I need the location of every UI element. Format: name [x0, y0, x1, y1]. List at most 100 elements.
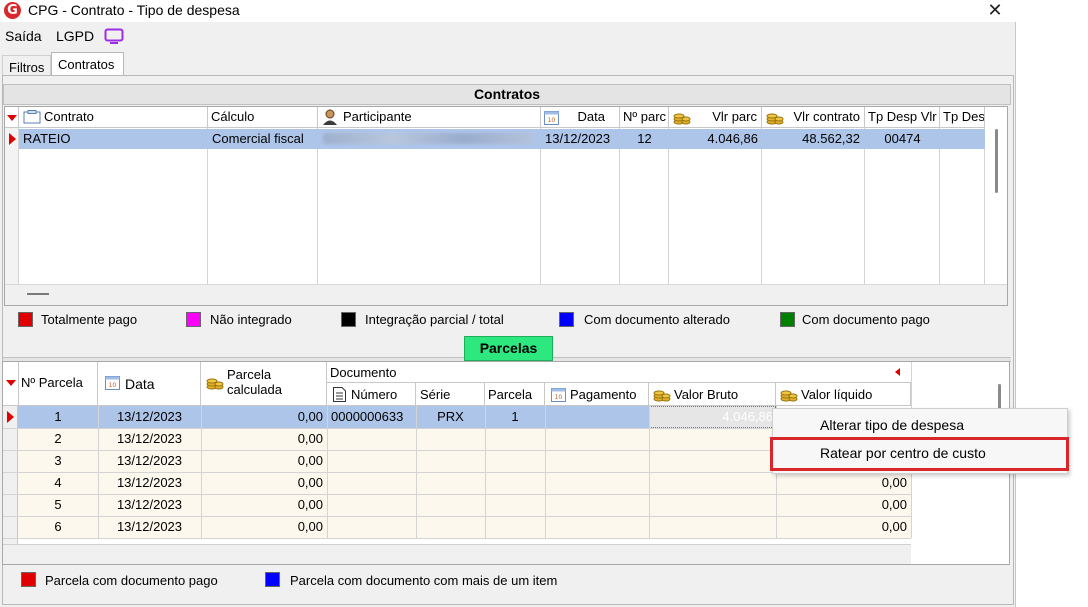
- cell-parcela-calculada: 0,00: [297, 453, 323, 468]
- cell-valor-liquido: 0,00: [881, 497, 907, 512]
- document-icon: [333, 387, 346, 402]
- contract-icon: [23, 110, 41, 124]
- col-label-valor-liquido: Valor líquido: [801, 387, 873, 402]
- cell-contrato: RATEIO: [23, 131, 71, 146]
- tab-strip: Filtros Contratos: [0, 52, 1016, 76]
- coins-icon: [766, 113, 784, 125]
- horizontal-scrollbar[interactable]: [27, 293, 49, 295]
- horizontal-scroll-track[interactable]: [5, 284, 1007, 305]
- col-header-parcela-calculada[interactable]: Parcela calculada: [201, 362, 327, 406]
- cell-calculo: Comercial fiscal: [212, 131, 304, 146]
- legend-label: Totalmente pago: [41, 312, 138, 327]
- col-body-tp-desp-vlr: [865, 128, 940, 284]
- contratos-grid[interactable]: Contrato Cálculo Participante 10 Data Nº…: [4, 106, 1008, 306]
- calendar-icon: 10: [105, 376, 120, 390]
- col-label-tp-des: Tp Des: [943, 109, 985, 124]
- horizontal-scroll-track[interactable]: [3, 544, 911, 564]
- legend-label: Parcela com documento com mais de um ite…: [290, 573, 558, 588]
- legend-label: Não integrado: [210, 312, 292, 327]
- col-body-data: [541, 128, 620, 284]
- cell-numero: 0000000633: [331, 409, 404, 424]
- col-label-vlr-contrato: Vlr contrato: [793, 109, 860, 124]
- cell-data: 13/12/2023: [116, 453, 183, 468]
- legend-label: Parcela com documento pago: [45, 573, 218, 588]
- calendar-icon: 10: [544, 111, 559, 125]
- col-body-vlr-parc: [669, 128, 762, 284]
- coins-icon: [780, 390, 798, 402]
- col-label-calculo: Cálculo: [211, 109, 255, 124]
- col-header-vlr-contrato[interactable]: Vlr contrato: [762, 107, 865, 128]
- legend-swatch: [341, 312, 356, 327]
- legend-swatch: [559, 312, 574, 327]
- sort-indicator-icon: [7, 115, 17, 121]
- col-header-calculo[interactable]: Cálculo: [208, 107, 318, 128]
- col-label-n-parc: Nº parc: [623, 109, 667, 124]
- vertical-scrollbar[interactable]: [995, 129, 998, 193]
- cell-vlr-contrato: 48.562,32: [802, 131, 860, 146]
- col-header-n-parcela[interactable]: Nº Parcela: [18, 362, 98, 406]
- cell-n-parc: 12: [637, 131, 652, 146]
- svg-text:10: 10: [109, 382, 117, 389]
- col-header-numero[interactable]: Número: [327, 383, 416, 406]
- col-label-participante: Participante: [343, 109, 412, 124]
- cell-parcela-calculada: 0,00: [297, 431, 323, 446]
- cell-parcela-calculada: 0,00: [297, 519, 323, 534]
- col-header-data[interactable]: 10 Data: [98, 362, 201, 406]
- cell-valor-liquido: 0,00: [881, 519, 907, 534]
- col-label-serie: Série: [420, 387, 451, 402]
- col-header-tp-desp-vlr[interactable]: Tp Desp Vlr: [865, 107, 940, 128]
- col-label-tp-desp-vlr: Tp Desp Vlr: [868, 109, 937, 124]
- cell-n-parcela: 4: [54, 475, 62, 490]
- person-icon: [323, 109, 337, 125]
- col-header-pagamento[interactable]: 10 Pagamento: [545, 383, 649, 406]
- col-label-valor-bruto: Valor Bruto: [674, 387, 739, 402]
- legend-label: Com documento alterado: [584, 312, 730, 327]
- close-button[interactable]: ✕: [982, 0, 1008, 22]
- sort-indicator-icon: [6, 380, 16, 386]
- menu-bar: Saída LGPD: [0, 24, 1016, 48]
- col-label-contrato: Contrato: [44, 109, 94, 124]
- row-divider: [3, 538, 911, 539]
- tab-contratos[interactable]: Contratos: [51, 52, 124, 76]
- col-header-valor-bruto[interactable]: Valor Bruto: [649, 383, 776, 406]
- legend-swatch: [18, 312, 33, 327]
- calendar-icon: 10: [551, 388, 566, 402]
- row-indicator-column: [3, 406, 18, 544]
- col-divider: [545, 406, 546, 538]
- cell-valor-liquido: 0,00: [881, 475, 907, 490]
- col-label-vlr-parc: Vlr parc: [712, 109, 757, 124]
- legend-swatch: [780, 312, 795, 327]
- col-header-parcela[interactable]: Parcela: [485, 383, 545, 406]
- col-header-n-parc[interactable]: Nº parc: [620, 107, 669, 128]
- cell-data: 13/12/2023: [116, 475, 183, 490]
- col-header-tp-des[interactable]: Tp Des: [940, 107, 985, 128]
- col-header-serie[interactable]: Série: [416, 383, 485, 406]
- col-header-participante[interactable]: Participante: [318, 107, 541, 128]
- cell-parcela: 1: [511, 409, 519, 424]
- col-header-vlr-parc[interactable]: Vlr parc: [669, 107, 762, 128]
- highlight-box: [770, 437, 1069, 471]
- col-label-pagamento: Pagamento: [570, 387, 637, 402]
- monitor-icon[interactable]: [104, 28, 124, 44]
- cell-data: 13/12/2023: [545, 131, 611, 146]
- menu-saida[interactable]: Saída: [5, 28, 42, 44]
- col-label-n-parcela: Nº Parcela: [21, 375, 83, 390]
- menu-lgpd[interactable]: LGPD: [56, 28, 94, 44]
- col-group-documento[interactable]: Documento: [327, 362, 911, 383]
- col-header-data[interactable]: 10 Data: [541, 107, 620, 128]
- cell-parcela-calculada: 0,00: [297, 497, 323, 512]
- svg-text:10: 10: [548, 117, 556, 124]
- tab-filtros[interactable]: Filtros: [2, 55, 52, 76]
- cell-n-parcela: 3: [54, 453, 62, 468]
- current-row-indicator-icon: [9, 133, 16, 145]
- col-header-contrato[interactable]: Contrato: [19, 107, 208, 128]
- col-header-valor-liquido[interactable]: Valor líquido: [776, 383, 911, 406]
- col-body-participante: [318, 128, 541, 284]
- col-label-parcela: Parcela: [488, 387, 533, 402]
- legend-swatch: [21, 572, 36, 587]
- cell-data: 13/12/2023: [116, 519, 183, 534]
- participante-redacted: [323, 133, 533, 144]
- menu-item-alterar-tipo-despesa[interactable]: Alterar tipo de despesa: [820, 417, 964, 433]
- collapse-arrow-icon[interactable]: [895, 368, 900, 376]
- cell-n-parcela: 1: [54, 409, 62, 424]
